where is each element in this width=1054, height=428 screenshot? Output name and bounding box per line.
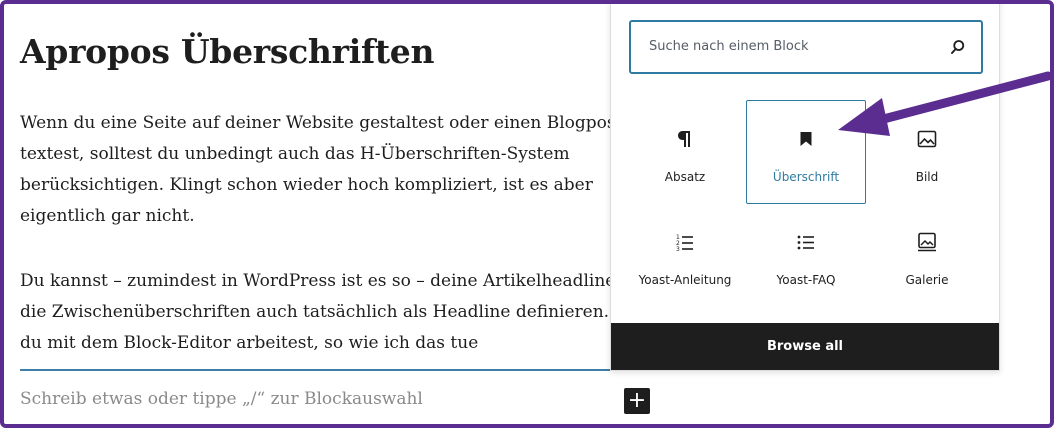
gallery-icon <box>918 232 936 252</box>
paragraph-line: du mit dem Block-Editor arbeitest, so wi… <box>20 333 479 353</box>
block-inserter-popover: Suche nach einem Block Absatz Überschrif… <box>610 4 1000 371</box>
paragraph-line: eigentlich gar nicht. <box>20 206 195 226</box>
screenshot-frame: Apropos Überschriften Wenn du eine Seite… <box>0 0 1054 428</box>
block-option-yoast-anleitung[interactable]: 1 2 3 Yoast-Anleitung <box>625 203 745 307</box>
block-label: Yoast-FAQ <box>776 273 836 287</box>
paragraph-block-1[interactable]: Wenn du eine Seite auf deiner Website ge… <box>20 108 660 232</box>
annotation-arrow-icon <box>838 71 1050 136</box>
search-placeholder: Suche nach einem Block <box>649 39 809 54</box>
paragraph-line: berücksichtigen. Klingt schon wieder hoc… <box>20 175 593 195</box>
heading-bookmark-icon <box>800 132 812 146</box>
numbered-list-icon: 1 2 3 <box>676 234 693 253</box>
paragraph-line: textest, solltest du unbedingt auch das … <box>20 144 570 164</box>
block-option-galerie[interactable]: Galerie <box>867 203 987 307</box>
bulleted-list-icon <box>797 235 814 250</box>
paragraph-icon <box>678 131 690 147</box>
block-label: Galerie <box>905 273 949 287</box>
search-icon[interactable] <box>949 38 967 56</box>
paragraph-line: Du kannst – zumindest in WordPress ist e… <box>20 271 632 291</box>
paragraph-block-2[interactable]: Du kannst – zumindest in WordPress ist e… <box>20 266 660 359</box>
browse-all-button[interactable]: Browse all <box>611 323 999 370</box>
block-label: Absatz <box>664 170 706 184</box>
block-divider <box>20 369 620 371</box>
empty-block-placeholder[interactable]: Schreib etwas oder tippe „/“ zur Blockau… <box>20 389 423 409</box>
add-block-button[interactable]: + <box>624 388 650 414</box>
block-option-absatz[interactable]: Absatz <box>625 100 745 204</box>
block-label: Yoast-Anleitung <box>638 273 732 287</box>
block-label: Überschrift <box>772 170 840 184</box>
block-label: Bild <box>915 170 939 184</box>
block-option-yoast-faq[interactable]: Yoast-FAQ <box>746 203 866 307</box>
svg-text:3: 3 <box>676 246 680 253</box>
paragraph-line: die Zwischenüberschriften auch tatsächli… <box>20 302 632 322</box>
paragraph-line: Wenn du eine Seite auf deiner Website ge… <box>20 113 623 133</box>
post-title[interactable]: Apropos Überschriften <box>20 32 434 71</box>
